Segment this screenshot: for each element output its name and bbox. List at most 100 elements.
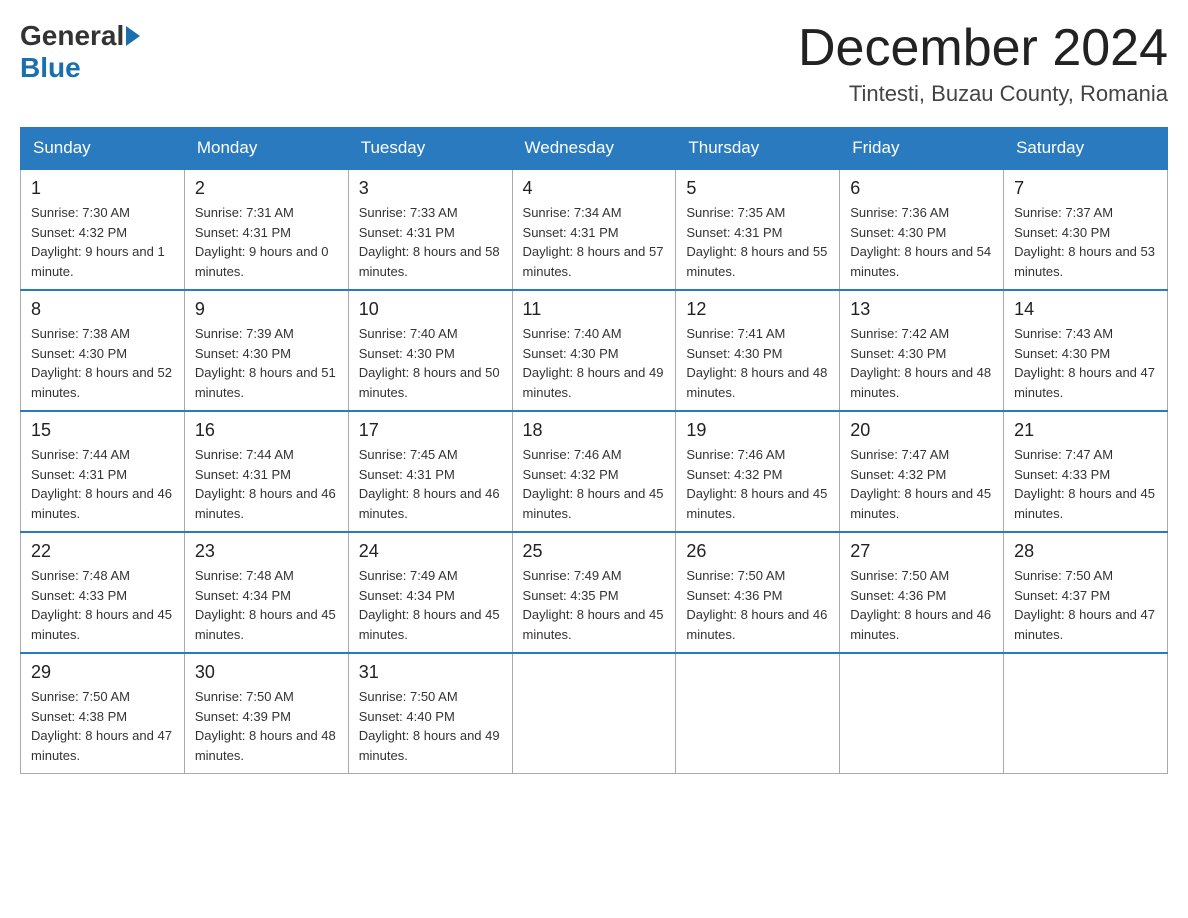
location: Tintesti, Buzau County, Romania [798, 81, 1168, 107]
sunrise-label: Sunrise: 7:39 AM [195, 326, 294, 341]
day-info: Sunrise: 7:40 AM Sunset: 4:30 PM Dayligh… [359, 324, 502, 402]
day-info: Sunrise: 7:46 AM Sunset: 4:32 PM Dayligh… [686, 445, 829, 523]
table-row: 27 Sunrise: 7:50 AM Sunset: 4:36 PM Dayl… [840, 532, 1004, 653]
sunset-label: Sunset: 4:30 PM [850, 225, 946, 240]
day-info: Sunrise: 7:44 AM Sunset: 4:31 PM Dayligh… [31, 445, 174, 523]
logo-arrow-icon [126, 26, 140, 46]
day-info: Sunrise: 7:42 AM Sunset: 4:30 PM Dayligh… [850, 324, 993, 402]
sunrise-label: Sunrise: 7:33 AM [359, 205, 458, 220]
day-info: Sunrise: 7:47 AM Sunset: 4:33 PM Dayligh… [1014, 445, 1157, 523]
sunset-label: Sunset: 4:31 PM [31, 467, 127, 482]
daylight-label: Daylight: 9 hours and 1 minute. [31, 244, 165, 279]
daylight-label: Daylight: 8 hours and 46 minutes. [195, 486, 336, 521]
sunrise-label: Sunrise: 7:50 AM [31, 689, 130, 704]
sunset-label: Sunset: 4:34 PM [195, 588, 291, 603]
sunset-label: Sunset: 4:31 PM [523, 225, 619, 240]
sunset-label: Sunset: 4:31 PM [686, 225, 782, 240]
sunset-label: Sunset: 4:30 PM [1014, 225, 1110, 240]
daylight-label: Daylight: 8 hours and 53 minutes. [1014, 244, 1155, 279]
table-row: 24 Sunrise: 7:49 AM Sunset: 4:34 PM Dayl… [348, 532, 512, 653]
day-number: 3 [359, 178, 502, 199]
sunrise-label: Sunrise: 7:46 AM [686, 447, 785, 462]
daylight-label: Daylight: 8 hours and 45 minutes. [1014, 486, 1155, 521]
sunset-label: Sunset: 4:33 PM [1014, 467, 1110, 482]
day-info: Sunrise: 7:37 AM Sunset: 4:30 PM Dayligh… [1014, 203, 1157, 281]
sunset-label: Sunset: 4:32 PM [523, 467, 619, 482]
day-number: 5 [686, 178, 829, 199]
table-row: 3 Sunrise: 7:33 AM Sunset: 4:31 PM Dayli… [348, 169, 512, 290]
day-number: 30 [195, 662, 338, 683]
day-info: Sunrise: 7:49 AM Sunset: 4:35 PM Dayligh… [523, 566, 666, 644]
daylight-label: Daylight: 8 hours and 46 minutes. [850, 607, 991, 642]
day-number: 2 [195, 178, 338, 199]
table-row: 4 Sunrise: 7:34 AM Sunset: 4:31 PM Dayli… [512, 169, 676, 290]
day-number: 25 [523, 541, 666, 562]
table-row [512, 653, 676, 774]
day-info: Sunrise: 7:50 AM Sunset: 4:36 PM Dayligh… [686, 566, 829, 644]
sunset-label: Sunset: 4:31 PM [195, 467, 291, 482]
day-number: 7 [1014, 178, 1157, 199]
sunset-label: Sunset: 4:30 PM [359, 346, 455, 361]
sunset-label: Sunset: 4:31 PM [359, 467, 455, 482]
sunset-label: Sunset: 4:36 PM [850, 588, 946, 603]
daylight-label: Daylight: 8 hours and 45 minutes. [686, 486, 827, 521]
daylight-label: Daylight: 8 hours and 48 minutes. [850, 365, 991, 400]
page-header: General Blue December 2024 Tintesti, Buz… [20, 20, 1168, 107]
daylight-label: Daylight: 8 hours and 45 minutes. [523, 486, 664, 521]
sunset-label: Sunset: 4:38 PM [31, 709, 127, 724]
sunrise-label: Sunrise: 7:40 AM [359, 326, 458, 341]
day-number: 28 [1014, 541, 1157, 562]
sunrise-label: Sunrise: 7:38 AM [31, 326, 130, 341]
day-info: Sunrise: 7:33 AM Sunset: 4:31 PM Dayligh… [359, 203, 502, 281]
daylight-label: Daylight: 8 hours and 46 minutes. [359, 486, 500, 521]
day-number: 4 [523, 178, 666, 199]
logo-blue: Blue [20, 52, 81, 83]
sunset-label: Sunset: 4:39 PM [195, 709, 291, 724]
table-row [840, 653, 1004, 774]
day-number: 26 [686, 541, 829, 562]
sunrise-label: Sunrise: 7:44 AM [195, 447, 294, 462]
day-info: Sunrise: 7:50 AM Sunset: 4:40 PM Dayligh… [359, 687, 502, 765]
daylight-label: Daylight: 8 hours and 47 minutes. [31, 728, 172, 763]
table-row: 18 Sunrise: 7:46 AM Sunset: 4:32 PM Dayl… [512, 411, 676, 532]
day-info: Sunrise: 7:41 AM Sunset: 4:30 PM Dayligh… [686, 324, 829, 402]
sunset-label: Sunset: 4:30 PM [1014, 346, 1110, 361]
sunrise-label: Sunrise: 7:49 AM [523, 568, 622, 583]
daylight-label: Daylight: 8 hours and 46 minutes. [686, 607, 827, 642]
daylight-label: Daylight: 8 hours and 45 minutes. [523, 607, 664, 642]
table-row: 31 Sunrise: 7:50 AM Sunset: 4:40 PM Dayl… [348, 653, 512, 774]
daylight-label: Daylight: 8 hours and 49 minutes. [359, 728, 500, 763]
day-number: 24 [359, 541, 502, 562]
daylight-label: Daylight: 8 hours and 58 minutes. [359, 244, 500, 279]
day-info: Sunrise: 7:48 AM Sunset: 4:34 PM Dayligh… [195, 566, 338, 644]
sunset-label: Sunset: 4:34 PM [359, 588, 455, 603]
table-row: 23 Sunrise: 7:48 AM Sunset: 4:34 PM Dayl… [184, 532, 348, 653]
day-number: 12 [686, 299, 829, 320]
title-section: December 2024 Tintesti, Buzau County, Ro… [798, 20, 1168, 107]
day-number: 9 [195, 299, 338, 320]
daylight-label: Daylight: 8 hours and 45 minutes. [31, 607, 172, 642]
daylight-label: Daylight: 8 hours and 47 minutes. [1014, 365, 1155, 400]
day-info: Sunrise: 7:31 AM Sunset: 4:31 PM Dayligh… [195, 203, 338, 281]
table-row: 14 Sunrise: 7:43 AM Sunset: 4:30 PM Dayl… [1004, 290, 1168, 411]
sunset-label: Sunset: 4:31 PM [359, 225, 455, 240]
table-row: 22 Sunrise: 7:48 AM Sunset: 4:33 PM Dayl… [21, 532, 185, 653]
table-row: 30 Sunrise: 7:50 AM Sunset: 4:39 PM Dayl… [184, 653, 348, 774]
sunrise-label: Sunrise: 7:36 AM [850, 205, 949, 220]
day-number: 19 [686, 420, 829, 441]
day-info: Sunrise: 7:36 AM Sunset: 4:30 PM Dayligh… [850, 203, 993, 281]
sunrise-label: Sunrise: 7:50 AM [195, 689, 294, 704]
table-row: 12 Sunrise: 7:41 AM Sunset: 4:30 PM Dayl… [676, 290, 840, 411]
day-info: Sunrise: 7:35 AM Sunset: 4:31 PM Dayligh… [686, 203, 829, 281]
table-row: 16 Sunrise: 7:44 AM Sunset: 4:31 PM Dayl… [184, 411, 348, 532]
sunset-label: Sunset: 4:30 PM [523, 346, 619, 361]
sunrise-label: Sunrise: 7:43 AM [1014, 326, 1113, 341]
day-info: Sunrise: 7:50 AM Sunset: 4:38 PM Dayligh… [31, 687, 174, 765]
daylight-label: Daylight: 8 hours and 50 minutes. [359, 365, 500, 400]
sunrise-label: Sunrise: 7:44 AM [31, 447, 130, 462]
table-row: 8 Sunrise: 7:38 AM Sunset: 4:30 PM Dayli… [21, 290, 185, 411]
sunrise-label: Sunrise: 7:48 AM [31, 568, 130, 583]
table-row: 17 Sunrise: 7:45 AM Sunset: 4:31 PM Dayl… [348, 411, 512, 532]
day-number: 1 [31, 178, 174, 199]
daylight-label: Daylight: 8 hours and 52 minutes. [31, 365, 172, 400]
